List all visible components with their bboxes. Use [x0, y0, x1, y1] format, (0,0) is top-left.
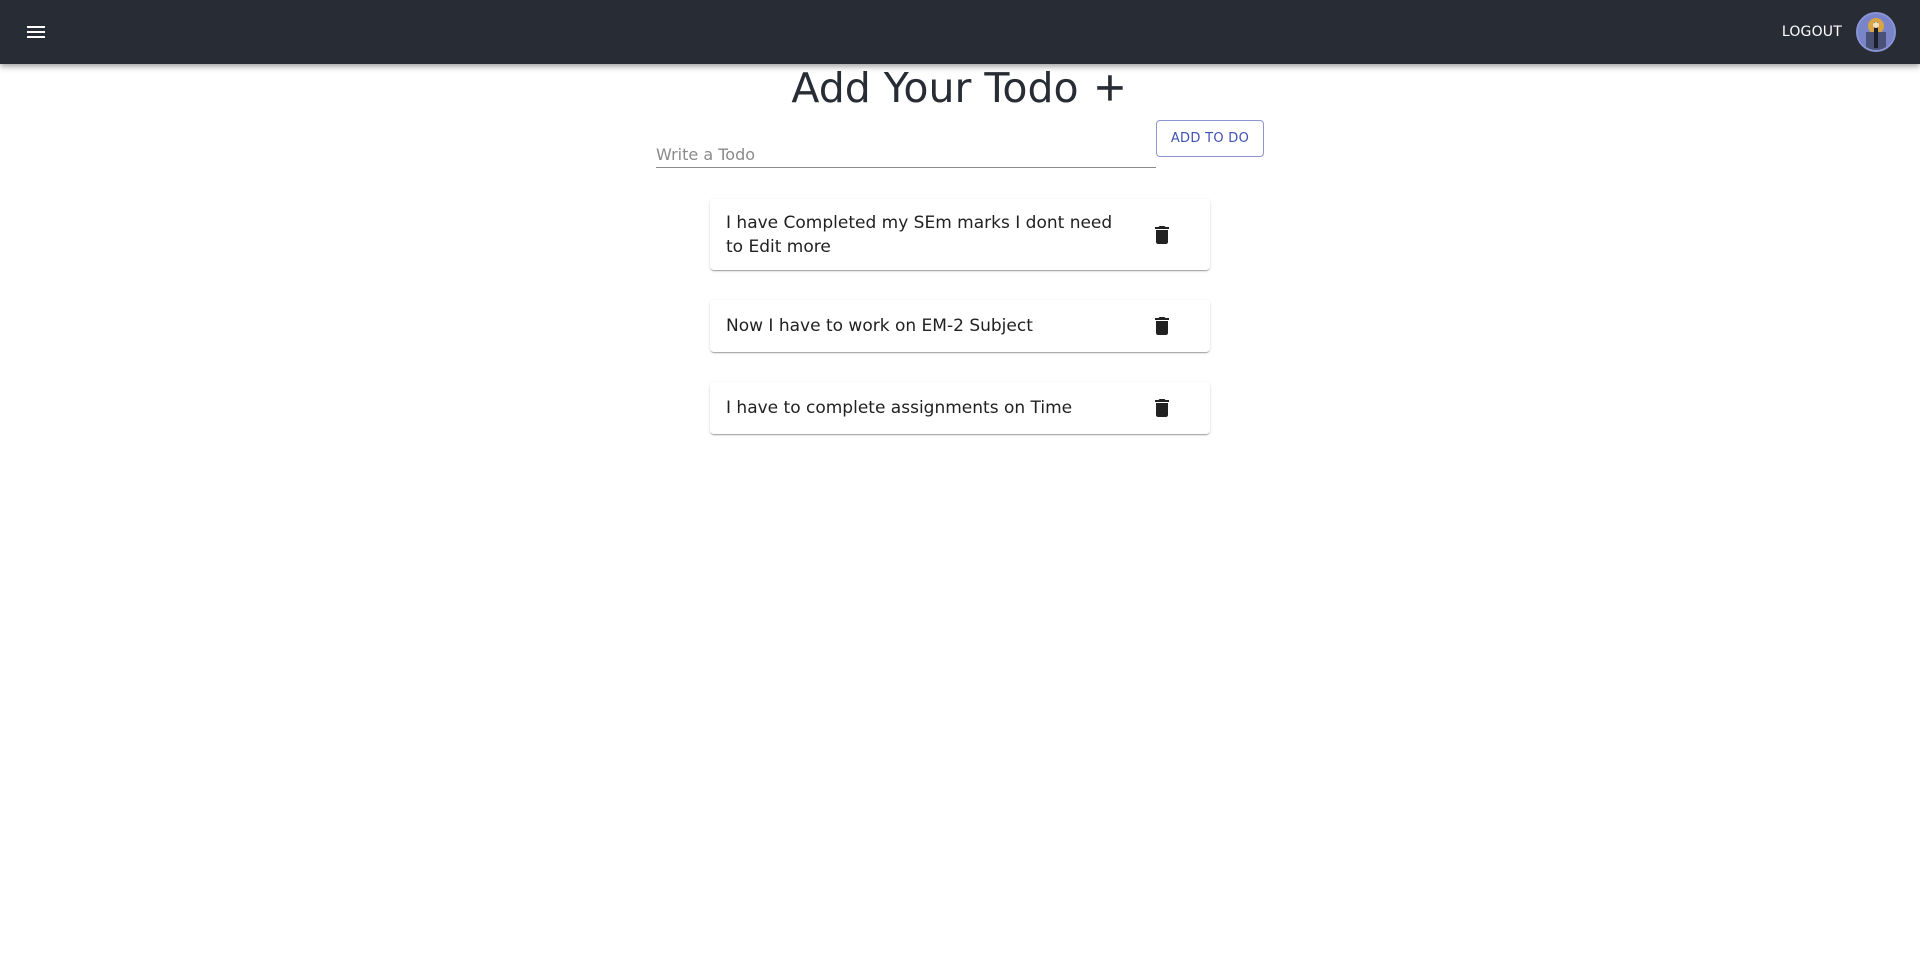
- todo-input-field: [656, 132, 1156, 168]
- delete-icon[interactable]: [1150, 396, 1174, 420]
- menu-button[interactable]: [16, 12, 56, 52]
- todo-text: Now I have to work on EM-2 Subject: [726, 316, 1033, 336]
- todo-item: Now I have to work on EM-2 Subject: [710, 300, 1210, 352]
- logout-button[interactable]: LOGOUT: [1782, 20, 1842, 44]
- todo-input[interactable]: [656, 132, 1156, 168]
- user-avatar-icon: [1858, 14, 1894, 50]
- todo-item: I have Completed my SEm marks I dont nee…: [710, 199, 1210, 270]
- delete-icon[interactable]: [1150, 223, 1174, 247]
- todo-text: I have to complete assignments on Time: [726, 398, 1073, 418]
- title-row: Add Your Todo: [0, 58, 1920, 118]
- todo-text: I have Completed my SEm marks I dont nee…: [726, 213, 1113, 257]
- todo-item: I have to complete assignments on Time: [710, 382, 1210, 434]
- menu-icon: [27, 26, 45, 38]
- avatar[interactable]: [1856, 12, 1896, 52]
- plus-icon: [1096, 75, 1123, 101]
- app-bar: LOGOUT: [0, 0, 1920, 64]
- page-title: Add Your Todo: [791, 64, 1079, 112]
- add-todo-button[interactable]: ADD TO DO: [1156, 120, 1264, 157]
- todo-list: I have Completed my SEm marks I dont nee…: [710, 199, 1210, 464]
- delete-icon[interactable]: [1150, 314, 1174, 338]
